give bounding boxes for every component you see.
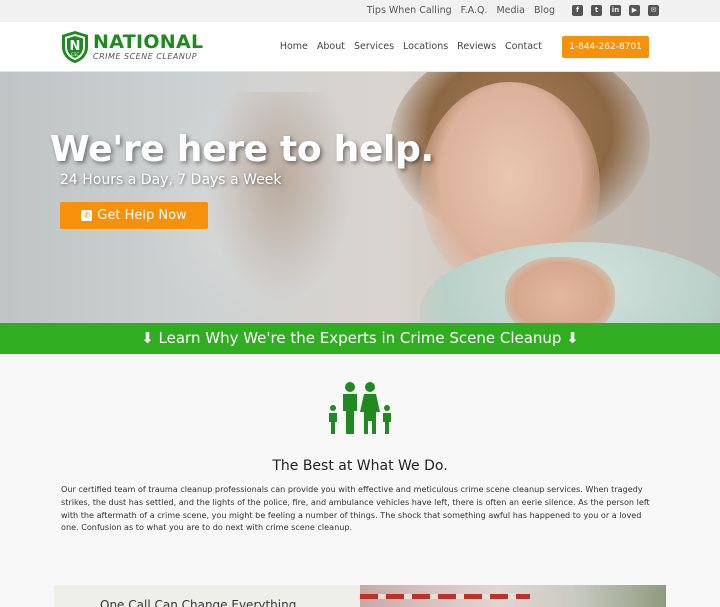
nav-about[interactable]: About	[317, 41, 345, 52]
site-logo[interactable]: N CSC NATIONAL CRIME SCENE CLEANUP	[61, 30, 203, 64]
nav-contact[interactable]: Contact	[505, 41, 542, 52]
logo-wordmark: NATIONAL CRIME SCENE CLEANUP	[93, 32, 203, 62]
hero-banner: We're here to help. 24 Hours a Day, 7 Da…	[0, 72, 720, 323]
section-heading: The Best at What We Do.	[272, 458, 448, 474]
hero-hands	[505, 257, 615, 323]
social-links: f t in ▶ ✉	[564, 5, 659, 16]
link-media[interactable]: Media	[496, 4, 525, 17]
twitter-icon[interactable]: t	[591, 5, 602, 16]
hero-title: We're here to help.	[50, 129, 434, 170]
nav-reviews[interactable]: Reviews	[457, 41, 496, 52]
svg-text:CSC: CSC	[71, 52, 79, 57]
main-header: N CSC NATIONAL CRIME SCENE CLEANUP Home …	[0, 22, 720, 72]
hero-subtitle: 24 Hours a Day, 7 Days a Week	[60, 172, 282, 188]
down-arrow-icon: ⬇	[566, 329, 579, 347]
link-blog[interactable]: Blog	[534, 4, 555, 17]
get-help-label: Get Help Now	[97, 208, 187, 223]
logo-tagline: CRIME SCENE CLEANUP	[93, 52, 198, 61]
facebook-icon[interactable]: f	[572, 5, 583, 16]
link-faq[interactable]: F.A.Q.	[461, 4, 488, 17]
main-nav: Home About Services Locations Reviews Co…	[271, 41, 542, 52]
learn-why-text: Learn Why We're the Experts in Crime Sce…	[158, 329, 562, 347]
get-help-button[interactable]: ✆ Get Help Now	[60, 202, 208, 229]
phone-icon: ✆	[81, 210, 93, 221]
down-arrow-icon: ⬇	[141, 329, 154, 347]
email-icon[interactable]: ✉	[648, 5, 659, 16]
nav-services[interactable]: Services	[354, 41, 394, 52]
call-panel: One Call Can Change Everything	[54, 585, 360, 607]
phone-button[interactable]: 1-844-262-8701	[562, 36, 649, 58]
police-tape	[360, 594, 530, 599]
link-tips-when-calling[interactable]: Tips When Calling	[367, 4, 452, 17]
family-icon	[329, 382, 391, 434]
shield-logo-icon: N CSC	[62, 31, 88, 63]
top-utility-bar: Tips When Calling F.A.Q. Media Blog f t …	[0, 0, 720, 22]
section-body: Our certified team of trauma cleanup pro…	[61, 484, 650, 533]
utility-links: Tips When Calling F.A.Q. Media Blog f t …	[358, 4, 659, 17]
linkedin-icon[interactable]: in	[610, 5, 621, 16]
about-section: The Best at What We Do. Our certified te…	[0, 354, 720, 607]
learn-why-bar[interactable]: ⬇ Learn Why We're the Experts in Crime S…	[0, 323, 720, 354]
logo-brand: NATIONAL	[93, 31, 204, 53]
youtube-icon[interactable]: ▶	[629, 5, 640, 16]
nav-home[interactable]: Home	[280, 41, 308, 52]
scene-photo	[360, 585, 666, 607]
call-panel-text: One Call Can Change Everything	[100, 598, 297, 607]
hero-man-figure	[200, 92, 360, 312]
nav-locations[interactable]: Locations	[403, 41, 448, 52]
